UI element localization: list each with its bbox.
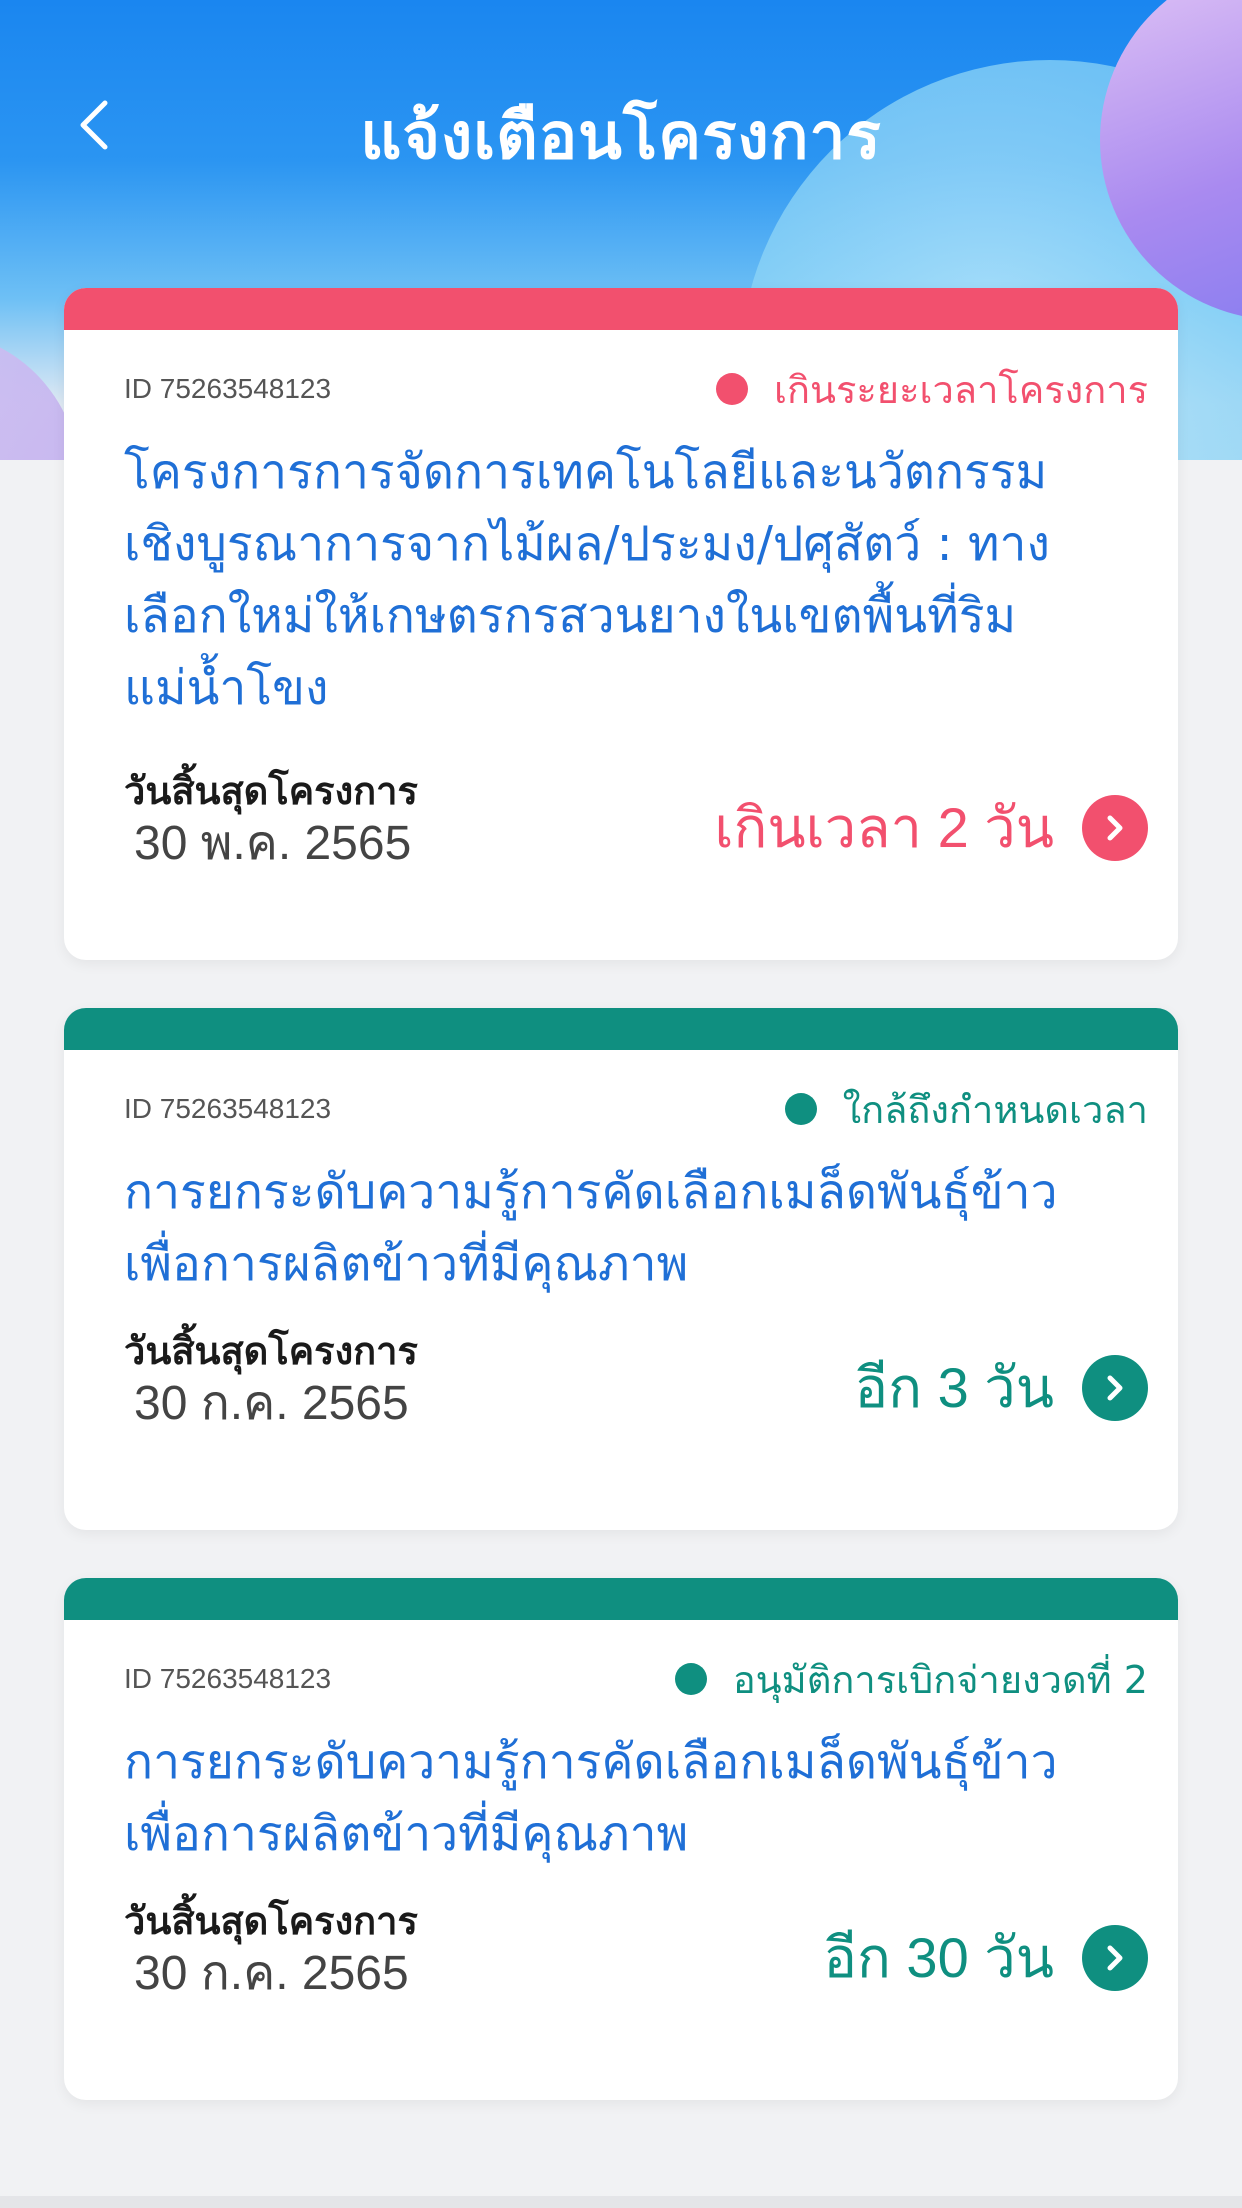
project-id: ID 75263548123 (124, 373, 332, 404)
project-id: ID 75263548123 (124, 1093, 332, 1124)
chevron-right-icon (1107, 815, 1123, 840)
remaining-label: เกินเวลา 2 วัน (714, 796, 1054, 859)
status-badge: เกินระยะเวลาโครงการ (716, 359, 1148, 420)
bottom-divider (0, 2196, 1242, 2208)
top-bar: แจ้งเตือนโครงการ (0, 70, 1242, 190)
deadline-label: วันสิ้นสุดโครงการ (124, 1329, 418, 1373)
project-id: ID 75263548123 (124, 1663, 332, 1694)
status-dot-icon (674, 1663, 707, 1695)
remaining-label: อีก 3 วัน (854, 1356, 1054, 1419)
detail-button[interactable] (1082, 1354, 1148, 1421)
project-card[interactable]: ID 75263548123 เกินระยะเวลาโครงการ โครงก… (64, 288, 1178, 960)
status-badge: อนุมัติการเบิกจ่ายงวดที่ 2 (674, 1649, 1148, 1710)
status-dot-icon (716, 373, 749, 405)
chevron-right-icon (1107, 1375, 1123, 1400)
project-title: การยกระดับความรู้การคัดเลือกเมล็ดพันธุ์ข… (124, 1734, 1058, 1862)
status-badge: ใกล้ถึงกำหนดเวลา (784, 1079, 1148, 1140)
detail-button[interactable] (1082, 1924, 1148, 1991)
remaining-time[interactable]: เกินเวลา 2 วัน (714, 783, 1148, 872)
project-title: โครงการการจัดการเทคโนโลยีและนวัตกรรมเชิง… (124, 444, 1050, 716)
chevron-right-icon (1107, 1945, 1123, 1970)
remaining-time[interactable]: อีก 3 วัน (854, 1343, 1148, 1432)
status-dot-icon (784, 1093, 817, 1125)
deadline-date: 30 ก.ค. 2565 (134, 1947, 409, 2000)
notification-list: ID 75263548123 เกินระยะเวลาโครงการ โครงก… (64, 288, 1178, 2100)
deadline-date: 30 พ.ค. 2565 (134, 817, 412, 870)
deadline-date: 30 ก.ค. 2565 (134, 1377, 409, 1430)
card-status-bar (64, 1578, 1178, 1620)
status-label: อนุมัติการเบิกจ่ายงวดที่ 2 (732, 1657, 1148, 1702)
status-label: ใกล้ถึงกำหนดเวลา (842, 1087, 1148, 1132)
project-card[interactable]: ID 75263548123 ใกล้ถึงกำหนดเวลา การยกระด… (64, 1008, 1178, 1530)
detail-button[interactable] (1082, 794, 1148, 861)
status-label: เกินระยะเวลาโครงการ (774, 367, 1148, 412)
project-card[interactable]: ID 75263548123 อนุมัติการเบิกจ่ายงวดที่ … (64, 1578, 1178, 2100)
page-title: แจ้งเตือนโครงการ (360, 100, 882, 174)
remaining-label: อีก 30 วัน (823, 1926, 1054, 1989)
remaining-time[interactable]: อีก 30 วัน (823, 1913, 1148, 2002)
card-status-bar (64, 288, 1178, 330)
deadline-label: วันสิ้นสุดโครงการ (124, 1899, 418, 1943)
project-title: การยกระดับความรู้การคัดเลือกเมล็ดพันธุ์ข… (124, 1164, 1058, 1292)
card-status-bar (64, 1008, 1178, 1050)
deadline-label: วันสิ้นสุดโครงการ (124, 769, 418, 813)
